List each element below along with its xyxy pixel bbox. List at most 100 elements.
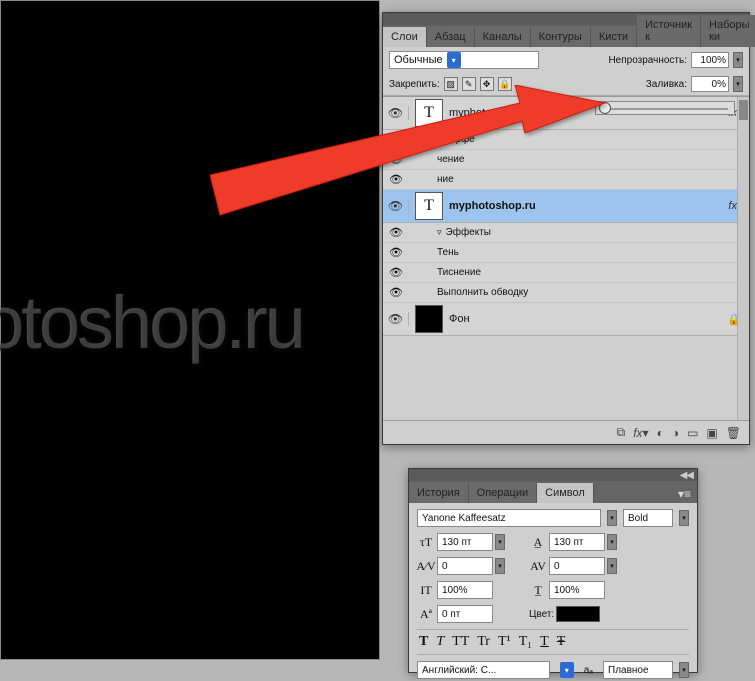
layer-name[interactable]: Фон [449,313,470,325]
subscript-button[interactable]: T₁ [519,634,532,650]
slider-track [602,108,728,110]
chevron-down-icon[interactable]: ▾ [560,662,574,678]
tab-actions[interactable]: Операции [469,483,537,503]
canvas[interactable]: hotoshop.ru [0,0,380,660]
color-swatch[interactable] [556,606,600,622]
visibility-eye-icon[interactable]: 👁 [383,312,409,326]
chevron-down-icon[interactable]: ▾ [607,510,617,526]
fill-input[interactable]: 0% [691,76,729,92]
visibility-eye-icon[interactable]: 👁 [383,173,409,186]
superscript-button[interactable]: T¹ [498,634,511,650]
smallcaps-button[interactable]: Tr [477,634,490,650]
tab-presets[interactable]: Наборы ки [701,15,755,47]
scrollbar[interactable] [737,97,749,420]
lock-pixels-icon[interactable]: ✎ [462,77,476,91]
visibility-eye-icon[interactable]: 👁 [383,133,409,146]
language-dropdown[interactable]: Английский: С... [417,661,550,679]
effect-label: Эффекты [446,227,491,238]
lock-transparency-icon[interactable]: ▨ [444,77,458,91]
tab-brushes[interactable]: Кисти [591,27,637,47]
effect-item[interactable]: 👁 Тень [383,243,749,263]
lock-all-icon[interactable]: 🔒 [498,77,512,91]
color-label: Цвет: [529,609,554,620]
scroll-thumb[interactable] [739,100,748,120]
tab-channels[interactable]: Каналы [475,27,531,47]
kerning-input[interactable]: 0 [437,557,493,575]
baseline-icon: Aª [417,607,435,622]
mask-icon[interactable]: ◐ [657,426,664,440]
font-size-input[interactable]: 130 пт [437,533,493,551]
disclosure-icon[interactable]: ▿ [437,227,442,238]
fx-icon[interactable]: fx▾ [633,426,648,440]
chevron-down-icon[interactable]: ▾ [679,510,689,526]
visibility-eye-icon[interactable]: 👁 [383,199,409,213]
fill-slider-popout[interactable] [595,101,735,115]
panel-drag-bar[interactable]: ◀◀ [409,469,697,481]
tab-layers[interactable]: Слои [383,27,427,47]
adjustment-icon[interactable]: ◑ [672,426,679,440]
baseline-input[interactable]: 0 пт [437,605,493,623]
tab-paths[interactable]: Контуры [531,27,591,47]
tracking-icon: AV [529,559,547,574]
layer-name[interactable]: myphotoshop.ru [449,200,536,212]
tracking-input[interactable]: 0 [549,557,605,575]
effects-row[interactable]: 👁 ▿ Эффекты [383,223,749,243]
layer-row[interactable]: 👁 T myphotoshop.ru fx ▾ [383,190,749,223]
chevron-down-icon[interactable]: ▾ [607,534,617,550]
layer-name[interactable]: myphotoshop.ru копия [449,107,560,119]
effect-item[interactable]: 👁 ние [383,170,749,190]
strikethrough-button[interactable]: Ŧ [557,634,566,650]
opacity-slider-toggle[interactable]: ▾ [733,52,743,68]
layer-thumb[interactable] [415,305,443,333]
visibility-eye-icon[interactable]: 👁 [383,226,409,239]
leading-input[interactable]: 130 пт [549,533,605,551]
effect-item[interactable]: 👁 Тиснение [383,263,749,283]
faux-bold-button[interactable]: T [419,634,428,650]
font-family-dropdown[interactable]: Yanone Kaffeesatz [417,509,601,527]
visibility-eye-icon[interactable]: 👁 [383,286,409,299]
visibility-eye-icon[interactable]: 👁 [383,266,409,279]
blend-mode-dropdown[interactable]: Обычные ▾ [389,51,539,69]
opacity-input[interactable]: 100% [691,52,729,68]
effect-item[interactable]: 👁 Выполнить обводку [383,283,749,303]
effects-row[interactable]: 👁 ▿ Эффе [383,130,749,150]
disclosure-icon[interactable]: ▿ [437,134,442,145]
chevron-down-icon[interactable]: ▾ [607,558,617,574]
layer-row[interactable]: 👁 Фон 🔒 [383,303,749,336]
layers-footer: ⧉ fx▾ ◐ ◑ ▭ ▣ 🗑 [383,420,749,444]
font-style-dropdown[interactable]: Bold [623,509,673,527]
visibility-eye-icon[interactable]: 👁 [383,106,409,120]
vscale-icon: IT [417,583,435,598]
link-layers-icon[interactable]: ⧉ [617,425,626,440]
tab-character[interactable]: Символ [537,483,594,503]
chevron-down-icon[interactable]: ▾ [495,534,505,550]
group-icon[interactable]: ▭ [687,426,698,440]
visibility-eye-icon[interactable]: 👁 [383,153,409,166]
antialias-dropdown[interactable]: Плавное [603,661,673,679]
chevron-down-icon[interactable]: ▾ [495,558,505,574]
effect-item[interactable]: 👁 чение [383,150,749,170]
chevron-down-icon[interactable]: ▾ [679,662,689,678]
tab-paragraph[interactable]: Абзац [427,27,475,47]
allcaps-button[interactable]: TT [452,634,469,650]
new-layer-icon[interactable]: ▣ [706,426,717,440]
panel-menu-icon[interactable]: ▾≡ [672,485,697,503]
text-layer-thumb-icon[interactable]: T [415,192,443,220]
trash-icon[interactable]: 🗑 [726,426,741,440]
tab-history[interactable]: История [409,483,469,503]
layers-list: 👁 T myphotoshop.ru копия fx ▾ 👁 ▿ Эффе 👁… [383,96,749,420]
effect-label: Выполнить обводку [437,287,528,298]
tab-clone[interactable]: Источник к [637,15,701,47]
collapse-icon[interactable]: ◀◀ [680,470,693,481]
fill-slider-toggle[interactable]: ▾ [733,76,743,92]
hscale-input[interactable]: 100% [549,581,605,599]
layers-panel-body: Обычные ▾ Непрозрачность: 100% ▾ Закрепи… [383,47,749,420]
lock-position-icon[interactable]: ✥ [480,77,494,91]
slider-thumb[interactable] [599,102,611,114]
faux-italic-button[interactable]: T [436,634,444,650]
font-style-value: Bold [628,513,648,524]
visibility-eye-icon[interactable]: 👁 [383,246,409,259]
underline-button[interactable]: T [540,634,549,650]
vscale-input[interactable]: 100% [437,581,493,599]
text-layer-thumb-icon[interactable]: T [415,99,443,127]
